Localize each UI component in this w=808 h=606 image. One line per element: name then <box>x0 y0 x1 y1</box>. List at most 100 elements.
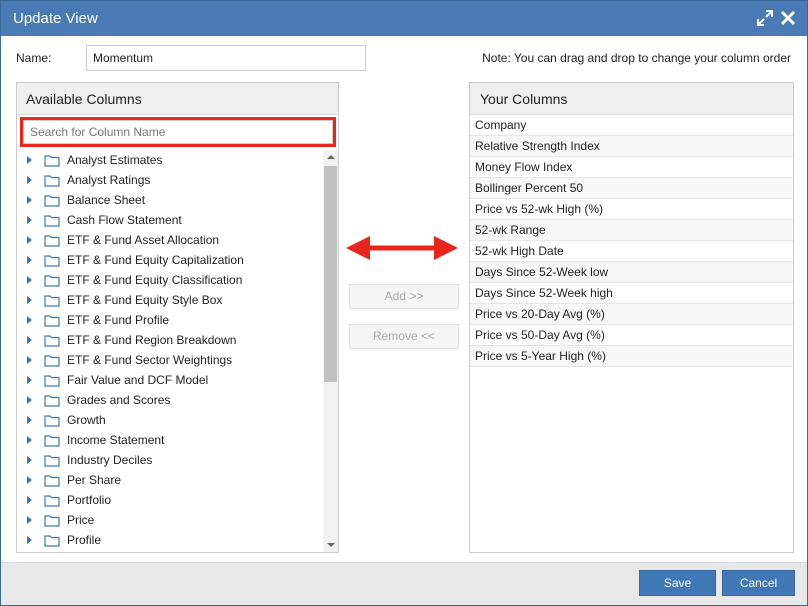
column-list-item[interactable]: Price vs 20-Day Avg (%) <box>470 304 793 325</box>
add-button[interactable]: Add >> <box>349 284 459 309</box>
name-input[interactable] <box>86 45 366 71</box>
expand-arrow-icon[interactable] <box>27 236 32 244</box>
tree-item-label: Grades and Scores <box>67 393 171 407</box>
available-columns-panel: Available Columns Analyst Estimates Analy… <box>16 82 339 553</box>
tree-item-label: Analyst Estimates <box>67 153 163 167</box>
column-list-item[interactable]: 52-wk High Date <box>470 241 793 262</box>
column-list-item[interactable]: Days Since 52-Week high <box>470 283 793 304</box>
expand-arrow-icon[interactable] <box>27 416 32 424</box>
tree-item-label: ETF & Fund Asset Allocation <box>67 233 220 247</box>
tree-item-label: ETF & Fund Equity Style Box <box>67 293 223 307</box>
column-list-item[interactable]: Company <box>470 115 793 136</box>
expand-arrow-icon[interactable] <box>27 336 32 344</box>
folder-icon <box>44 394 60 407</box>
dialog-title: Update View <box>13 10 98 27</box>
tree-item[interactable]: Balance Sheet <box>17 190 323 210</box>
folder-icon <box>44 294 60 307</box>
drag-drop-note: Note: You can drag and drop to change yo… <box>482 51 791 65</box>
tree-item-label: Per Share <box>67 473 122 487</box>
column-list-item[interactable]: Price vs 50-Day Avg (%) <box>470 325 793 346</box>
expand-arrow-icon[interactable] <box>27 156 32 164</box>
scroll-thumb[interactable] <box>324 166 337 382</box>
tree-item[interactable]: ETF & Fund Profile <box>17 310 323 330</box>
tree-item[interactable]: Industry Deciles <box>17 450 323 470</box>
tree-item[interactable]: Grades and Scores <box>17 390 323 410</box>
expand-arrow-icon[interactable] <box>27 176 32 184</box>
search-highlight-box <box>20 117 336 147</box>
save-button[interactable]: Save <box>639 570 716 596</box>
column-list-item[interactable]: Days Since 52-Week low <box>470 262 793 283</box>
folder-icon <box>44 414 60 427</box>
tree-item[interactable]: Profile <box>17 530 323 550</box>
tree-item[interactable]: Cash Flow Statement <box>17 210 323 230</box>
expand-arrow-icon[interactable] <box>27 516 32 524</box>
tree-item-label: Price <box>67 513 95 527</box>
your-columns-header: Your Columns <box>470 83 793 115</box>
column-list-item[interactable]: 52-wk Range <box>470 220 793 241</box>
tree-item-label: Growth <box>67 413 106 427</box>
column-list-item[interactable]: Price vs 5-Year High (%) <box>470 346 793 367</box>
expand-arrow-icon[interactable] <box>27 436 32 444</box>
tree-item[interactable]: Analyst Ratings <box>17 170 323 190</box>
column-list-item[interactable]: Bollinger Percent 50 <box>470 178 793 199</box>
tree-item[interactable]: Portfolio <box>17 490 323 510</box>
tree-item[interactable]: ETF & Fund Asset Allocation <box>17 230 323 250</box>
folder-icon <box>44 374 60 387</box>
close-icon[interactable] <box>779 9 797 27</box>
expand-arrow-icon[interactable] <box>27 296 32 304</box>
expand-icon[interactable] <box>756 9 774 27</box>
name-label: Name: <box>16 51 52 65</box>
expand-arrow-icon[interactable] <box>27 396 32 404</box>
tree-item[interactable]: Price <box>17 510 323 530</box>
tree-item[interactable]: ETF & Fund Equity Capitalization <box>17 250 323 270</box>
scroll-down-button[interactable] <box>323 538 338 552</box>
dialog-titlebar[interactable]: Update View <box>1 1 807 36</box>
expand-arrow-icon[interactable] <box>27 196 32 204</box>
scroll-up-button[interactable] <box>323 150 338 164</box>
expand-arrow-icon[interactable] <box>27 216 32 224</box>
tree-item-label: ETF & Fund Sector Weightings <box>67 353 233 367</box>
tree-item[interactable]: Fair Value and DCF Model <box>17 370 323 390</box>
expand-arrow-icon[interactable] <box>27 536 32 544</box>
expand-arrow-icon[interactable] <box>27 456 32 464</box>
double-arrow-icon <box>346 236 458 260</box>
tree-item-label: Fair Value and DCF Model <box>67 373 209 387</box>
tree-item-label: Analyst Ratings <box>67 173 151 187</box>
tree-item[interactable]: ETF & Fund Region Breakdown <box>17 330 323 350</box>
expand-arrow-icon[interactable] <box>27 256 32 264</box>
tree-item[interactable]: Income Statement <box>17 430 323 450</box>
remove-button[interactable]: Remove << <box>349 324 459 349</box>
folder-icon <box>44 434 60 447</box>
cancel-button[interactable]: Cancel <box>722 570 795 596</box>
tree-item[interactable]: Per Share <box>17 470 323 490</box>
column-search-input[interactable] <box>23 120 333 144</box>
available-columns-header: Available Columns <box>17 83 338 115</box>
column-list-item[interactable]: Relative Strength Index <box>470 136 793 157</box>
expand-arrow-icon[interactable] <box>27 316 32 324</box>
tree-item[interactable]: ETF & Fund Equity Style Box <box>17 290 323 310</box>
tree-item-label: Portfolio <box>67 493 112 507</box>
tree-item-label: ETF & Fund Equity Capitalization <box>67 253 244 267</box>
expand-arrow-icon[interactable] <box>27 376 32 384</box>
tree-item[interactable]: Growth <box>17 410 323 430</box>
your-columns-panel: Your Columns Company Relative Strength In… <box>469 82 794 553</box>
expand-arrow-icon[interactable] <box>27 356 32 364</box>
tree-scrollbar[interactable] <box>323 150 338 552</box>
tree-item-label: Profile <box>67 533 102 547</box>
expand-arrow-icon[interactable] <box>27 476 32 484</box>
folder-icon <box>44 194 60 207</box>
folder-icon <box>44 354 60 367</box>
column-list-item[interactable]: Price vs 52-wk High (%) <box>470 199 793 220</box>
tree-item[interactable]: Analyst Estimates <box>17 150 323 170</box>
dialog-footer: Save Cancel <box>1 562 807 605</box>
folder-icon <box>44 154 60 167</box>
folder-icon <box>44 234 60 247</box>
tree-item[interactable]: ETF & Fund Sector Weightings <box>17 350 323 370</box>
tree-item[interactable]: ETF & Fund Equity Classification <box>17 270 323 290</box>
expand-arrow-icon[interactable] <box>27 276 32 284</box>
expand-arrow-icon[interactable] <box>27 496 32 504</box>
update-view-dialog: Update View Name: Note: You can drag and… <box>0 0 808 606</box>
column-list-item[interactable]: Money Flow Index <box>470 157 793 178</box>
tree-item-label: ETF & Fund Profile <box>67 313 170 327</box>
tree-item-label: ETF & Fund Region Breakdown <box>67 333 237 347</box>
